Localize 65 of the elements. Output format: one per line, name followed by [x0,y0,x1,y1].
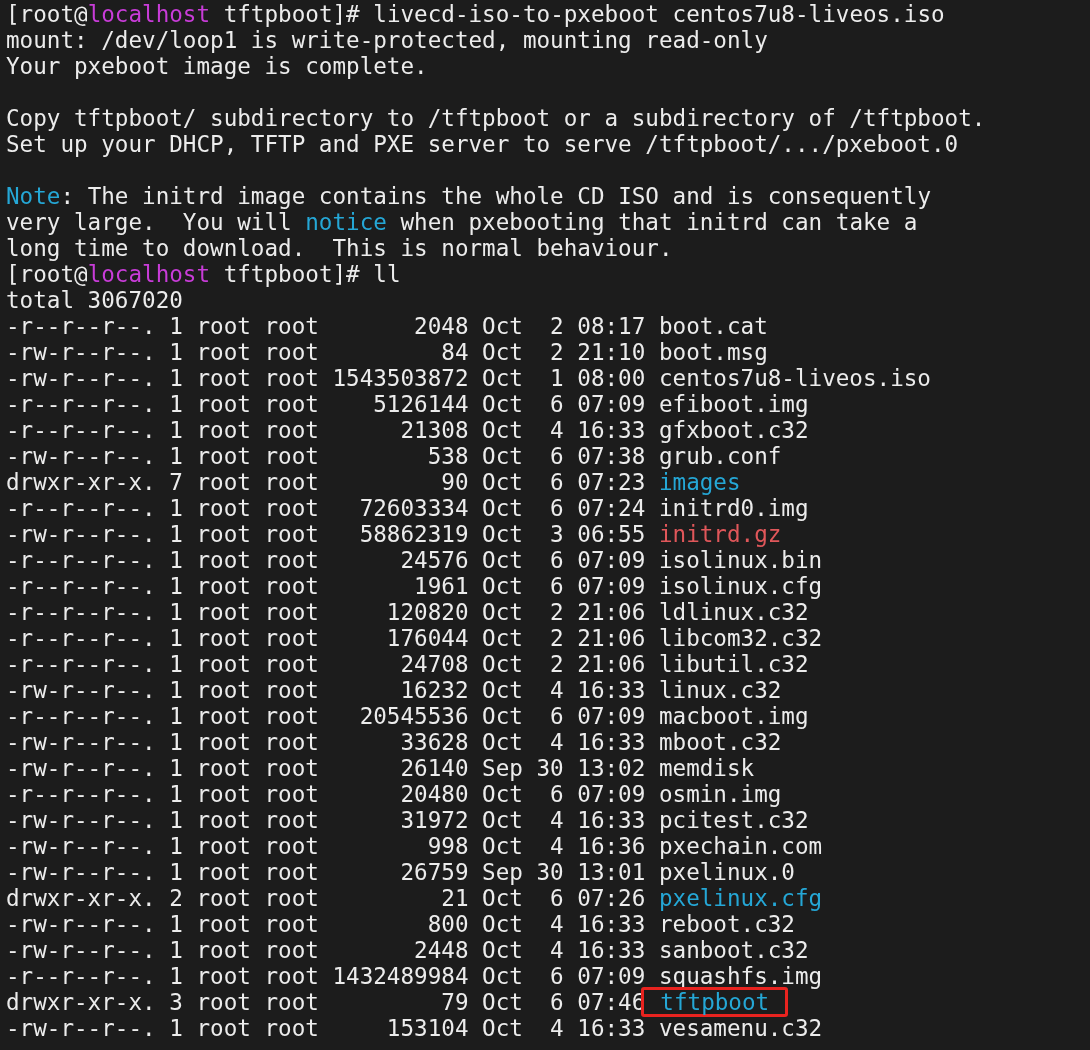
terminal-line: [root@localhost tftpboot]# ll [6,261,402,287]
terminal-line: mount: /dev/loop1 is write-protected, mounting read-only [6,27,769,53]
terminal-line: Your pxeboot image is complete. [6,53,429,79]
file-details: -rw-r--r--. 1 root root 1543503872 Oct 1 08:00 [6,365,646,391]
terminal-line: long time to download. This is normal behaviour. [6,235,674,261]
file-details: -rw-r--r--. 1 root root 26140 Sep 30 13:02 [6,755,646,781]
file-name: memdisk [658,755,755,781]
file-details: -rw-r--r--. 1 root root 31972 Oct 4 16:33 [6,807,646,833]
file-details: drwxr-xr-x. 7 root root 90 Oct 6 07:23 [6,469,646,495]
file-name: images [658,469,741,495]
file-details: -rw-r--r--. 1 root root 16232 Oct 4 16:33 [6,677,646,703]
terminal-line: Set up your DHCP, TFTP and PXE server to serve /tftpboot/.../pxeboot.0 [6,131,960,157]
file-details: -rw-r--r--. 1 root root 84 Oct 2 21:10 [6,339,646,365]
terminal-line: Note: The initrd image contains the whole CD ISO and is consequently [6,183,932,209]
file-details: -r--r--r--. 1 root root 5126144 Oct 6 07:09 [6,391,646,417]
file-name: vesamenu.c32 [658,1015,823,1041]
file-name: libcom32.c32 [658,625,823,651]
file-name: pxelinux.0 [658,859,795,885]
file-name: isolinux.cfg [658,573,823,599]
file-name: boot.msg [658,339,768,365]
file-name: gfxboot.c32 [658,417,809,443]
file-name: ldlinux.c32 [658,599,809,625]
file-details: -rw-r--r--. 1 root root 153104 Oct 4 16:33 [6,1015,646,1041]
file-details: -r--r--r--. 1 root root 20480 Oct 6 07:09 [6,781,646,807]
file-name: osmin.img [658,781,782,807]
file-details: -r--r--r--. 1 root root 1961 Oct 6 07:09 [6,573,646,599]
file-name: efiboot.img [658,391,809,417]
file-name: mboot.c32 [658,729,782,755]
file-name: pxechain.com [658,833,823,859]
file-details: -rw-r--r--. 1 root root 33628 Oct 4 16:33 [6,729,646,755]
file-name: isolinux.bin [658,547,823,573]
file-name: libutil.c32 [658,651,809,677]
file-details: -r--r--r--. 1 root root 72603334 Oct 6 07:24 [6,495,646,521]
file-details: -rw-r--r--. 1 root root 998 Oct 4 16:36 [6,833,646,859]
file-name: initrd0.img [658,495,809,521]
file-name: linux.c32 [658,677,782,703]
file-name: pcitest.c32 [658,807,809,833]
file-name: pxelinux.cfg [658,885,823,911]
file-name: reboot.c32 [658,911,795,937]
file-details: -r--r--r--. 1 root root 21308 Oct 4 16:33 [6,417,646,443]
file-details: -rw-r--r--. 1 root root 26759 Sep 30 13:01 [6,859,646,885]
file-details: -rw-r--r--. 1 root root 2448 Oct 4 16:33 [6,937,646,963]
file-name: squashfs.img [658,963,823,989]
file-name: boot.cat [658,313,768,339]
file-name: macboot.img [658,703,809,729]
terminal-line: [root@localhost tftpboot]# livecd-iso-to-pxeboot centos7u8-liveos.iso [6,1,946,27]
file-details: -r--r--r--. 1 root root 176044 Oct 2 21:06 [6,625,646,651]
file-details: -r--r--r--. 1 root root 20545536 Oct 6 07:09 [6,703,646,729]
file-details: -r--r--r--. 1 root root 1432489984 Oct 6 07:09 [6,963,646,989]
file-name: centos7u8-liveos.iso [658,365,931,391]
terminal-line: Copy tftpboot/ subdirectory to /tftpboot or a subdirectory of /tftpboot. [6,105,987,131]
file-details: -rw-r--r--. 1 root root 800 Oct 4 16:33 [6,911,646,937]
file-details: drwxr-xr-x. 2 root root 21 Oct 6 07:26 [6,885,646,911]
highlighted-file-name: tftpboot [641,987,789,1017]
file-name: initrd.gz [658,521,782,547]
file-details: -rw-r--r--. 1 root root 58862319 Oct 3 06:55 [6,521,646,547]
file-details: -r--r--r--. 1 root root 24708 Oct 2 21:06 [6,651,646,677]
file-name: sanboot.c32 [658,937,809,963]
file-details: -r--r--r--. 1 root root 120820 Oct 2 21:06 [6,599,646,625]
terminal-line: total 3067020 [6,287,184,313]
file-details: -r--r--r--. 1 root root 2048 Oct 2 08:17 [6,313,646,339]
file-name: grub.conf [658,443,782,469]
file-details: -r--r--r--. 1 root root 24576 Oct 6 07:09 [6,547,646,573]
file-details: -rw-r--r--. 1 root root 538 Oct 6 07:38 [6,443,646,469]
terminal-line: very large. You will notice when pxebooting that initrd can take a [6,209,919,235]
